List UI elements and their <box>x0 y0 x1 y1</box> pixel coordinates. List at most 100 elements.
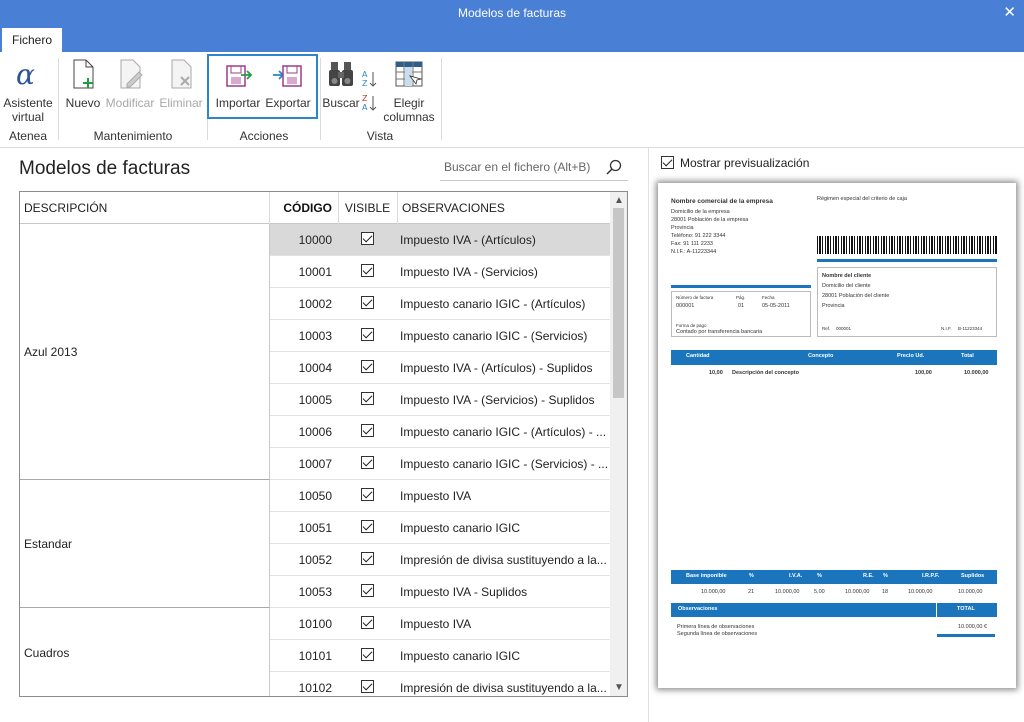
table-row[interactable]: 10052 Impresión de divisa sustituyendo a … <box>270 544 610 576</box>
checkbox-checked-icon[interactable] <box>661 156 674 169</box>
preview-page-label: Pág. <box>736 295 746 300</box>
visible-cell <box>338 360 396 376</box>
visible-checkbox[interactable] <box>360 392 374 405</box>
visible-checkbox[interactable] <box>360 584 374 597</box>
asistente-label: Asistente virtual <box>3 96 53 124</box>
preview-tax-value: 10.000,00 <box>908 589 933 595</box>
table-row[interactable]: 10101 Impuesto canario IGIC <box>270 640 610 672</box>
preview-toggle-label: Mostrar previsualización <box>680 156 810 170</box>
preview-tax-value: 18 <box>882 589 889 595</box>
group-cell: Azul 2013 <box>20 224 270 480</box>
close-button[interactable]: ✕ <box>1003 3 1016 21</box>
visible-checkbox[interactable] <box>360 520 374 533</box>
codigo-cell: 10052 <box>298 553 332 567</box>
group-label: Estandar <box>24 537 73 551</box>
table-row[interactable]: 10004 Impuesto IVA - (Artículos) - Suplid… <box>270 352 610 384</box>
search-input[interactable] <box>440 155 600 179</box>
svg-text:α: α <box>16 58 35 90</box>
importar-label: Importar <box>215 96 261 110</box>
preview-line-qty: 10,00 <box>709 370 723 376</box>
asistente-virtual-button[interactable]: α Asistente virtual <box>2 58 54 124</box>
buscar-button[interactable]: Buscar <box>322 58 360 110</box>
nuevo-label: Nuevo <box>65 96 101 110</box>
table-row[interactable]: 10005 Impuesto IVA - (Servicios) - Suplid… <box>270 384 610 416</box>
visible-checkbox[interactable] <box>360 264 374 277</box>
visible-cell <box>338 328 396 344</box>
table-row[interactable]: 10000 Impuesto IVA - (Artículos) <box>270 224 610 256</box>
scroll-down-icon[interactable]: ▼ <box>614 682 624 693</box>
eliminar-button[interactable]: Eliminar <box>157 58 205 110</box>
visible-cell <box>338 488 396 504</box>
visible-cell <box>338 456 396 472</box>
visible-checkbox[interactable] <box>360 616 374 629</box>
observaciones-cell: Impuesto canario IGIC <box>400 649 521 663</box>
nuevo-button[interactable]: Nuevo <box>63 58 103 110</box>
table-row[interactable]: 10050 Impuesto IVA <box>270 480 610 512</box>
visible-checkbox[interactable] <box>360 488 374 501</box>
preview-date: 05-05-2011 <box>762 303 790 309</box>
group-label: Azul 2013 <box>24 345 78 359</box>
preview-payment-label: Forma de pago <box>676 323 707 328</box>
svg-text:Z: Z <box>362 79 368 88</box>
preview-regimen: Régimen especial del criterio de caja <box>817 196 907 202</box>
tab-fichero[interactable]: Fichero <box>2 28 62 52</box>
scroll-up-icon[interactable]: ▲ <box>614 195 624 206</box>
visible-cell <box>338 584 396 600</box>
exportar-button[interactable]: Exportar <box>263 58 313 110</box>
preview-tax-col: Suplidos <box>961 573 985 579</box>
visible-checkbox[interactable] <box>360 456 374 469</box>
table-header: DESCRIPCIÓN CÓDIGO VISIBLE OBSERVACIONES <box>20 192 610 224</box>
table-row[interactable]: 10053 Impuesto IVA - Suplidos <box>270 576 610 608</box>
vertical-scrollbar[interactable]: ▲ ▼ <box>610 192 627 696</box>
preview-nif-value: B-11223344 <box>958 326 983 331</box>
preview-col-concepto: Concepto <box>808 353 834 359</box>
search-icon[interactable] <box>606 159 622 178</box>
table-row[interactable]: 10051 Impuesto canario IGIC <box>270 512 610 544</box>
table-row[interactable]: 10102 Impresión de divisa sustituyendo a … <box>270 672 610 696</box>
preview-company-fax: Fax: 91 111 2233 <box>671 241 713 247</box>
title-bar: Modelos de facturas ✕ <box>0 0 1024 26</box>
table-row[interactable]: 10003 Impuesto canario IGIC - (Servicios) <box>270 320 610 352</box>
visible-checkbox[interactable] <box>360 296 374 309</box>
modificar-button[interactable]: Modificar <box>103 58 157 110</box>
search-box <box>440 155 628 181</box>
visible-checkbox[interactable] <box>360 648 374 661</box>
column-header-visible[interactable]: VISIBLE <box>338 192 396 224</box>
preview-tax-value: 10.000,00 <box>701 589 726 595</box>
exportar-label: Exportar <box>265 96 311 110</box>
visible-checkbox[interactable] <box>360 328 374 341</box>
scrollbar-thumb[interactable] <box>613 208 624 398</box>
table-row[interactable]: 10006 Impuesto canario IGIC - (Artículos)… <box>270 416 610 448</box>
preview-client-city: 28001 Población del cliente <box>822 293 890 299</box>
visible-checkbox[interactable] <box>360 424 374 437</box>
preview-tax-col: % <box>749 573 754 579</box>
table-row[interactable]: 10007 Impuesto canario IGIC - (Servicios)… <box>270 448 610 480</box>
table-row[interactable]: 10100 Impuesto IVA <box>270 608 610 640</box>
codigo-cell: 10000 <box>298 233 332 247</box>
buscar-label: Buscar <box>322 96 360 110</box>
column-header-codigo[interactable]: CÓDIGO <box>270 192 332 224</box>
sort-descending-icon[interactable]: ZA <box>361 92 379 114</box>
elegir-columnas-button[interactable]: Elegir columnas <box>381 58 437 124</box>
preview-ref-value: 000001 <box>836 326 852 331</box>
visible-checkbox[interactable] <box>360 552 374 565</box>
codigo-cell: 10050 <box>298 489 332 503</box>
preview-payment-method: Contado por transferencia bancaria <box>676 329 763 335</box>
column-header-descripcion[interactable]: DESCRIPCIÓN <box>24 192 107 224</box>
column-header-observaciones[interactable]: OBSERVACIONES <box>397 192 610 224</box>
mostrar-previsualizacion-toggle[interactable]: Mostrar previsualización <box>661 156 809 170</box>
ribbon: α Asistente virtual Atenea Nuevo Modific… <box>0 52 1024 148</box>
preview-obs-line: Segunda línea de observaciones <box>677 631 758 637</box>
modificar-label: Modificar <box>105 96 155 110</box>
importar-button[interactable]: Importar <box>213 58 263 110</box>
table-row[interactable]: 10001 Impuesto IVA - (Servicios) <box>270 256 610 288</box>
preview-obs-label: Observaciones <box>678 606 718 612</box>
visible-cell <box>338 648 396 664</box>
visible-checkbox[interactable] <box>360 232 374 245</box>
table-row[interactable]: 10002 Impuesto canario IGIC - (Artículos) <box>270 288 610 320</box>
visible-checkbox[interactable] <box>360 680 374 693</box>
visible-checkbox[interactable] <box>360 360 374 373</box>
preview-tax-col: % <box>817 573 822 579</box>
eliminar-label: Eliminar <box>159 96 203 110</box>
visible-cell <box>338 680 396 696</box>
